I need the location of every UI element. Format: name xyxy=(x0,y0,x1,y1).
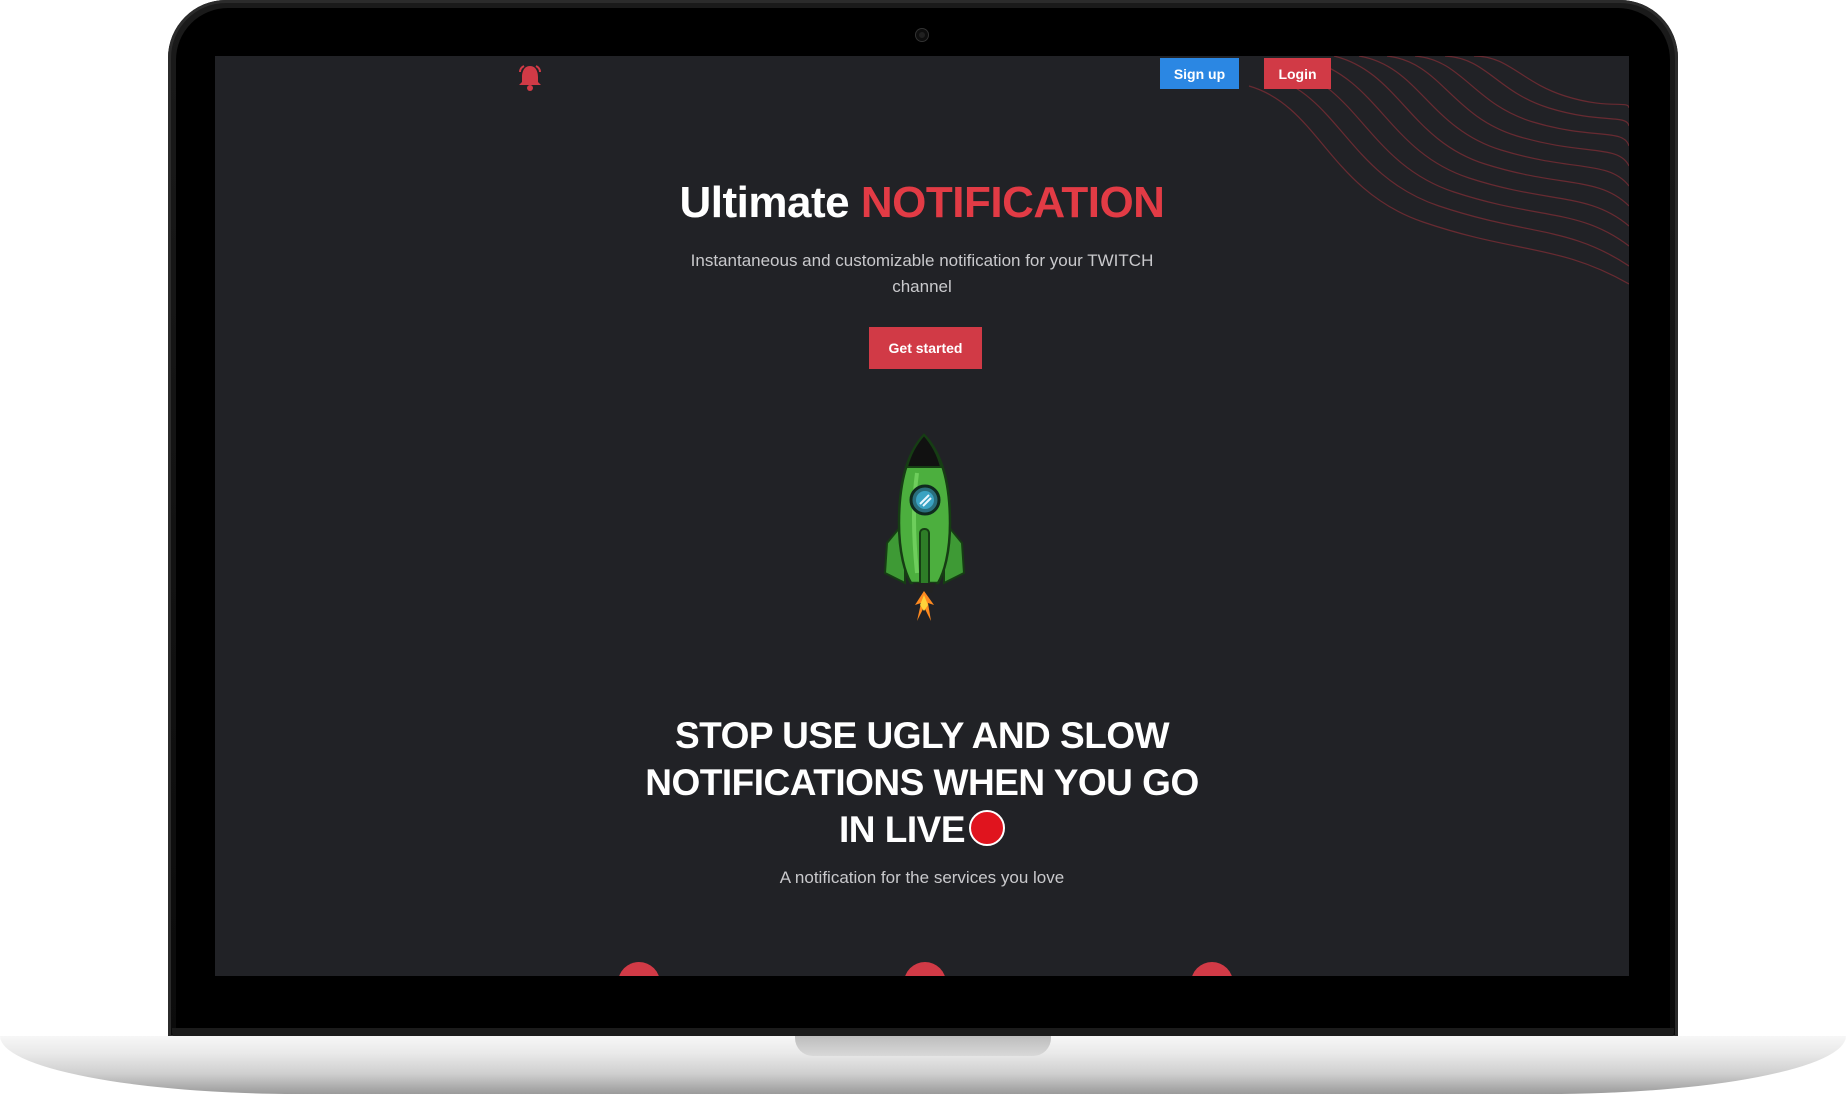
decorative-waves xyxy=(1248,56,1629,285)
laptop-base-notch xyxy=(795,1036,1051,1056)
login-button[interactable]: Login xyxy=(1264,58,1331,89)
get-started-button[interactable]: Get started xyxy=(869,327,982,369)
bell-icon[interactable] xyxy=(517,64,543,92)
live-indicator-icon xyxy=(969,810,1006,846)
screen: Sign up Login Ultimate NOTIFICATION Inst… xyxy=(215,56,1629,976)
signup-button[interactable]: Sign up xyxy=(1160,58,1239,89)
section-title-text: STOP USE UGLY AND SLOW NOTIFICATIONS WHE… xyxy=(645,715,1199,850)
feature-icon xyxy=(904,962,946,976)
hero-title-accent: NOTIFICATION xyxy=(860,178,1165,227)
hero-title: Ultimate NOTIFICATION xyxy=(215,178,1629,228)
section-title: STOP USE UGLY AND SLOW NOTIFICATIONS WHE… xyxy=(645,712,1199,853)
rocket-icon xyxy=(883,433,966,621)
camera-icon xyxy=(916,29,928,41)
feature-icon xyxy=(618,962,660,976)
hero-title-plain: Ultimate xyxy=(679,178,850,227)
section-subtitle: A notification for the services you love xyxy=(779,868,1065,887)
hero-subtitle: Instantaneous and customizable notificat… xyxy=(690,251,1154,296)
feature-icon xyxy=(1191,962,1233,976)
